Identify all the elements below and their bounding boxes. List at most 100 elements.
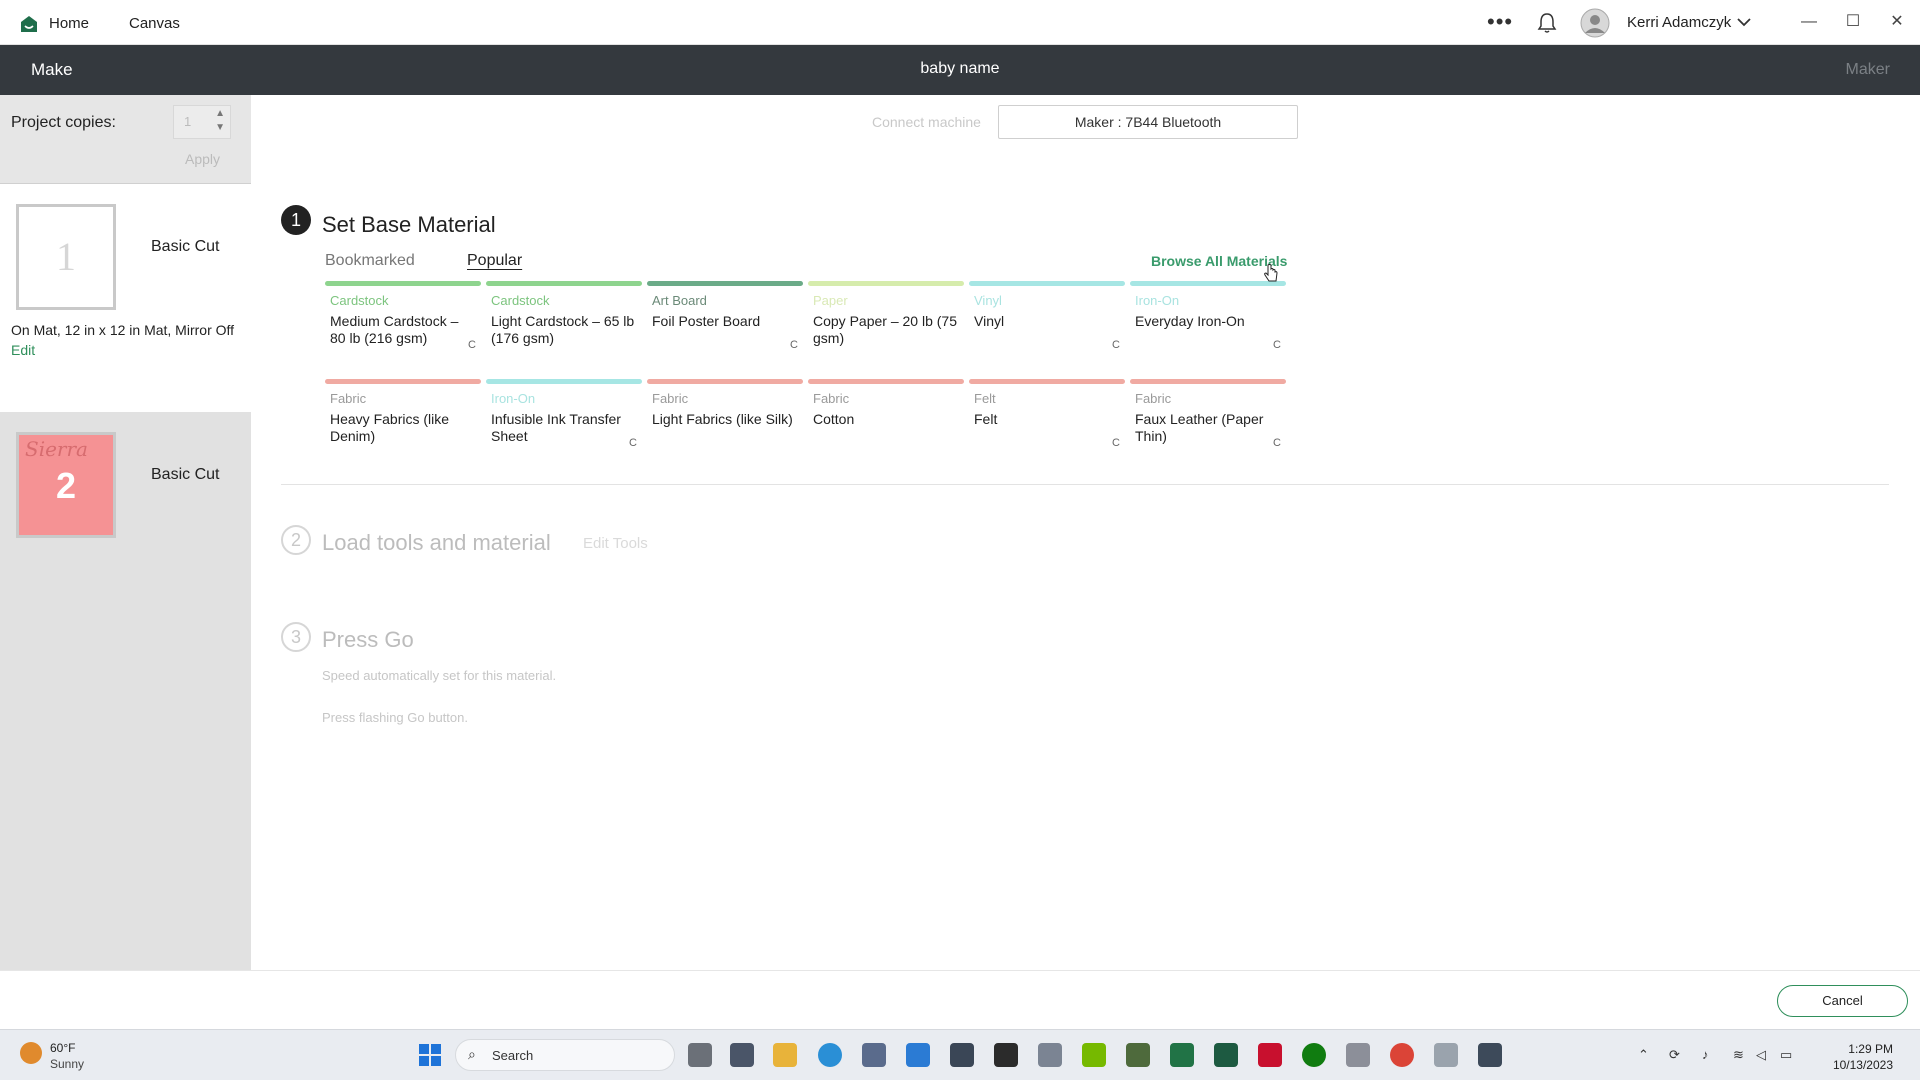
chevron-down-icon[interactable] — [1737, 17, 1751, 27]
mat-card-2[interactable]: Sierra 2 Basic Cut — [0, 412, 251, 640]
nav-canvas[interactable]: Canvas — [129, 15, 180, 32]
sync-icon[interactable]: ⟳ — [1669, 1047, 1680, 1063]
cricut-material-icon: C — [1112, 437, 1120, 449]
footer-bar: Cancel — [0, 970, 1920, 1029]
xbox-icon[interactable] — [1302, 1043, 1326, 1067]
cricut-material-icon: C — [1273, 437, 1281, 449]
windows-taskbar: 60°F Sunny ⌕ Search ⌃ ⟳ ♪ ≋ ◁ ▭ 1:29 PM … — [0, 1029, 1920, 1080]
cricut-icon[interactable] — [1434, 1043, 1458, 1067]
increment-arrow-icon[interactable]: ▲ — [215, 108, 225, 119]
battery-icon[interactable]: ▭ — [1780, 1047, 1792, 1063]
nvidia-icon[interactable] — [1082, 1043, 1106, 1067]
material-tile[interactable]: Iron-On Infusible Ink Transfer Sheet C — [486, 379, 642, 457]
excel-icon[interactable] — [1170, 1043, 1194, 1067]
tab-popular[interactable]: Popular — [467, 252, 522, 270]
epic-games-icon[interactable] — [994, 1043, 1018, 1067]
meet-icon[interactable] — [730, 1043, 754, 1067]
file-explorer-icon[interactable] — [773, 1043, 797, 1067]
material-tile[interactable]: Paper Copy Paper – 20 lb (75 gsm) — [808, 281, 964, 359]
nav-home[interactable]: Home — [49, 15, 89, 32]
windows-start-icon[interactable] — [419, 1044, 441, 1066]
material-tile[interactable]: Fabric Heavy Fabrics (like Denim) — [325, 379, 481, 457]
cloud-icon[interactable] — [1038, 1043, 1062, 1067]
cancel-button[interactable]: Cancel — [1777, 985, 1908, 1017]
close-button[interactable]: ✕ — [1882, 10, 1912, 34]
weather-condition[interactable]: Sunny — [50, 1057, 84, 1071]
material-color-bar — [808, 281, 964, 286]
mat-thumbnail[interactable]: 1 — [16, 204, 116, 310]
main-panel: Connect machine Maker : 7B44 Bluetooth 1… — [251, 95, 1920, 970]
edit-tools-link[interactable]: Edit Tools — [583, 535, 648, 552]
project-copies-panel: Project copies: 1 ▲ ▼ Apply — [0, 95, 251, 184]
mat-edit-link[interactable]: Edit — [11, 342, 35, 358]
material-tile[interactable]: Fabric Cotton — [808, 379, 964, 457]
user-name[interactable]: Kerri Adamczyk — [1627, 14, 1731, 31]
material-tile[interactable]: Fabric Light Fabrics (like Silk) — [647, 379, 803, 457]
home-icon[interactable] — [20, 15, 38, 33]
mat-card-1[interactable]: 1 Basic Cut On Mat, 12 in x 12 in Mat, M… — [0, 184, 251, 412]
volume-icon[interactable]: ◁ — [1756, 1047, 1766, 1063]
machine-name: Maker — [1845, 61, 1890, 78]
app-red-icon[interactable] — [1258, 1043, 1282, 1067]
mat-label: Basic Cut — [151, 466, 220, 483]
search-label: Search — [492, 1048, 534, 1063]
project-name: baby name — [920, 60, 1000, 77]
chevron-up-icon[interactable]: ⌃ — [1638, 1047, 1649, 1063]
minimize-button[interactable]: — — [1794, 10, 1824, 34]
material-color-bar — [1130, 379, 1286, 384]
divider — [281, 484, 1889, 485]
project-copies-value[interactable]: 1 — [184, 114, 191, 129]
chrome-icon[interactable] — [1390, 1043, 1414, 1067]
task-view-icon[interactable] — [688, 1043, 712, 1067]
cricut-material-icon: C — [1273, 339, 1281, 351]
snipping-tool-icon[interactable] — [1478, 1043, 1502, 1067]
material-tile[interactable]: Cardstock Light Cardstock – 65 lb (176 gs… — [486, 281, 642, 359]
weather-temperature[interactable]: 60°F — [50, 1041, 75, 1055]
microphone-icon[interactable]: ♪ — [1702, 1047, 1709, 1062]
material-tile[interactable]: Fabric Faux Leather (Paper Thin) C — [1130, 379, 1286, 457]
game-icon[interactable] — [1126, 1043, 1150, 1067]
taskbar-search[interactable]: ⌕ Search — [455, 1039, 675, 1071]
material-name: Infusible Ink Transfer Sheet — [491, 411, 621, 444]
step-3-number: 3 — [281, 622, 311, 652]
cursor-pointer-icon — [1264, 264, 1278, 282]
material-tile[interactable]: Iron-On Everyday Iron-On C — [1130, 281, 1286, 359]
steam-icon[interactable] — [950, 1043, 974, 1067]
step-2-number: 2 — [281, 525, 311, 555]
project-copies-label: Project copies: — [11, 114, 116, 131]
edge-icon[interactable] — [818, 1043, 842, 1067]
tab-bookmarked[interactable]: Bookmarked — [325, 252, 415, 270]
app-gray-icon[interactable] — [1346, 1043, 1370, 1067]
material-tile[interactable]: Cardstock Medium Cardstock – 80 lb (216 g… — [325, 281, 481, 359]
project-copies-stepper[interactable]: 1 ▲ ▼ — [173, 105, 231, 139]
apply-button[interactable]: Apply — [185, 151, 220, 167]
material-color-bar — [969, 281, 1125, 286]
make-header: Make baby name Maker — [0, 45, 1920, 95]
clock-date[interactable]: 10/13/2023 — [1813, 1058, 1893, 1072]
store-icon[interactable] — [862, 1043, 886, 1067]
material-category: Fabric — [813, 391, 850, 406]
material-category: Fabric — [330, 391, 367, 406]
mail-icon[interactable] — [906, 1043, 930, 1067]
maximize-button[interactable]: ☐ — [1838, 10, 1868, 34]
mat-thumbnail[interactable]: Sierra 2 — [16, 432, 116, 538]
mat-design-text: Sierra — [25, 437, 88, 461]
app-icon[interactable] — [1214, 1043, 1238, 1067]
material-tile[interactable]: Vinyl Vinyl C — [969, 281, 1125, 359]
material-name: Faux Leather (Paper Thin) — [1135, 411, 1264, 444]
cricut-material-icon: C — [1112, 339, 1120, 351]
weather-icon[interactable] — [20, 1042, 42, 1064]
material-tile[interactable]: Art Board Foil Poster Board C — [647, 281, 803, 359]
avatar[interactable] — [1580, 8, 1610, 38]
more-options-icon[interactable]: ••• — [1487, 9, 1513, 35]
material-tile[interactable]: Felt Felt C — [969, 379, 1125, 457]
material-name: Light Cardstock – 65 lb (176 gsm) — [491, 313, 635, 346]
material-color-bar — [325, 379, 481, 384]
machine-select[interactable]: Maker : 7B44 Bluetooth — [998, 105, 1298, 139]
wifi-icon[interactable]: ≋ — [1733, 1047, 1744, 1063]
decrement-arrow-icon[interactable]: ▼ — [215, 122, 225, 133]
clock-time[interactable]: 1:29 PM — [1833, 1042, 1893, 1056]
search-icon: ⌕ — [468, 1046, 476, 1062]
connect-machine-label: Connect machine — [872, 114, 981, 130]
bell-icon[interactable] — [1537, 12, 1557, 34]
